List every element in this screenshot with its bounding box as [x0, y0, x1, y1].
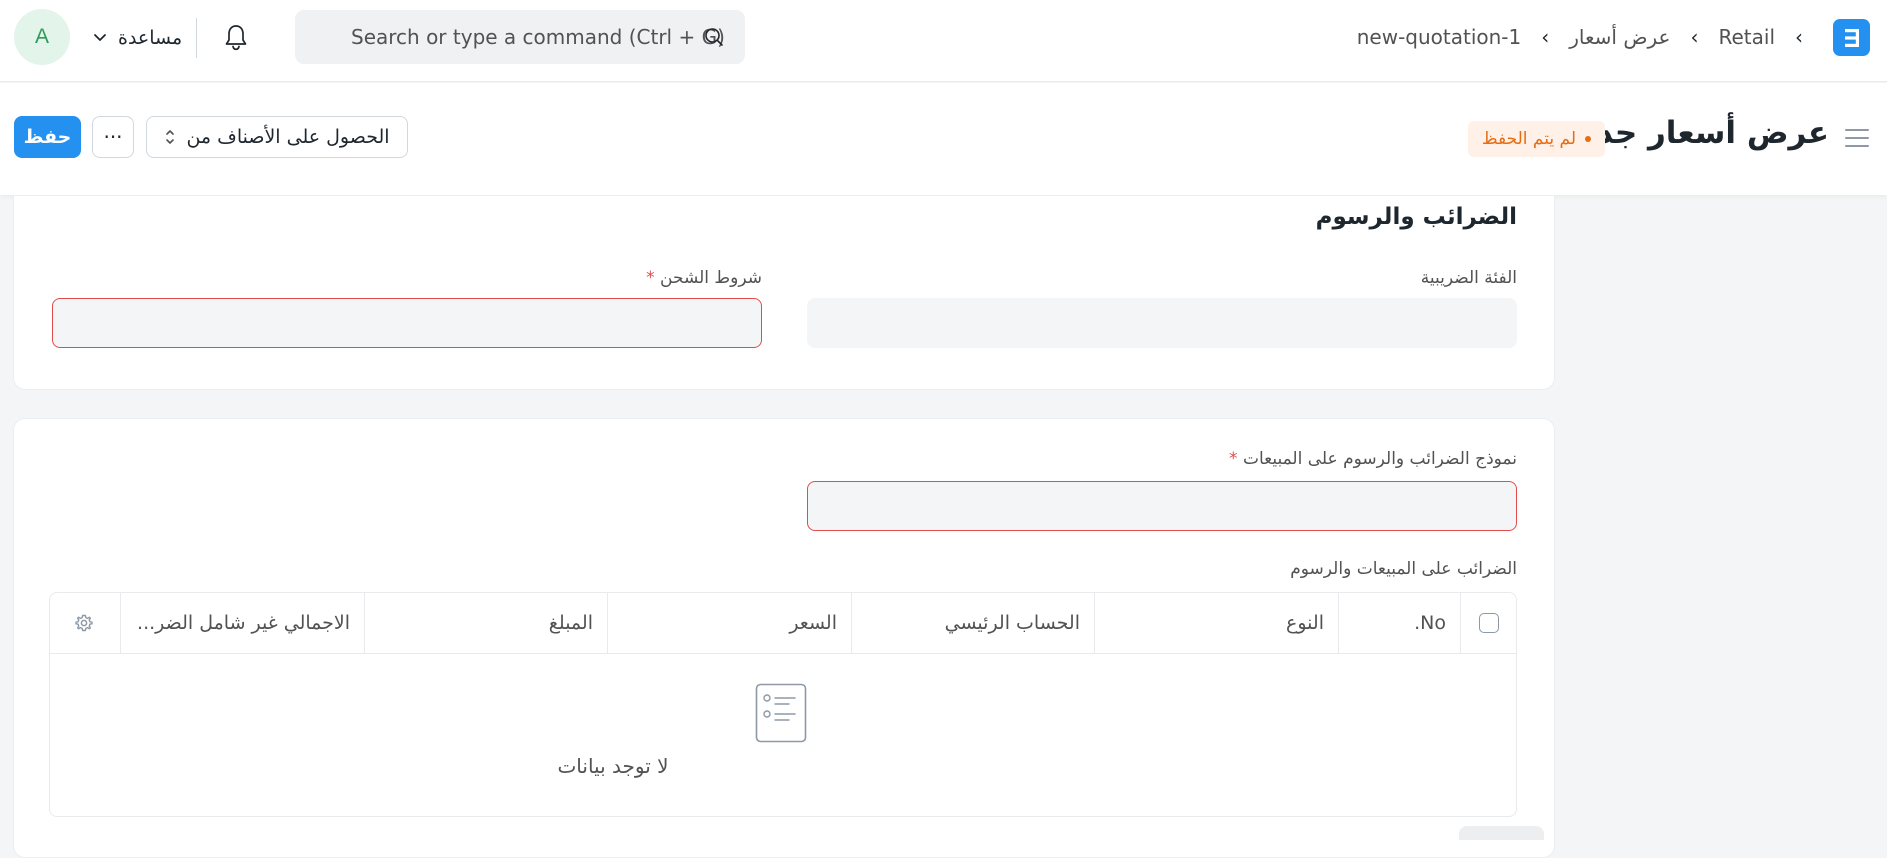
breadcrumb: › Retail › عرض أسعار › new-quotation-1 [1357, 22, 1803, 52]
chevron-down-icon [94, 34, 106, 41]
avatar[interactable]: A [14, 9, 70, 65]
column-header-account-head: الحساب الرئيسي [851, 593, 1094, 653]
taxes-template-card: نموذج الضرائب والرسوم على المبيعات * الض… [13, 418, 1555, 858]
select-all-checkbox[interactable] [1478, 613, 1499, 633]
column-header-type: النوع [1094, 593, 1338, 653]
breadcrumb-separator: › [1690, 25, 1699, 49]
search-icon [705, 28, 723, 46]
select-updown-icon [166, 130, 175, 144]
required-mark: * [646, 268, 655, 288]
shipping-rule-label-text: شروط الشحن [660, 268, 762, 288]
gear-icon[interactable] [74, 613, 94, 633]
empty-list-icon [755, 683, 807, 743]
taxes-template-input[interactable] [807, 481, 1517, 531]
column-header-rate: السعر [607, 593, 851, 653]
navbar: › Retail › عرض أسعار › new-quotation-1 S… [0, 0, 1887, 82]
page-title: عرض أسعار جديد [1567, 115, 1829, 151]
breadcrumb-separator: › [1541, 25, 1550, 49]
notification-bell-icon[interactable] [222, 22, 250, 52]
taxes-table-label: الضرائب على المبيعات والرسوم [1290, 559, 1517, 579]
taxes-section-card: الضرائب والرسوم الفئة الضريبية شروط الشح… [13, 196, 1555, 390]
more-actions-button[interactable]: ··· [92, 116, 134, 158]
taxes-template-label: نموذج الضرائب والرسوم على المبيعات * [1229, 449, 1517, 469]
save-button[interactable]: حفظ [14, 116, 81, 158]
column-header-total: الاجمالي غير شامل الضر... [120, 593, 364, 653]
search-bar[interactable]: Search or type a command (Ctrl + G) [295, 10, 745, 64]
app-logo[interactable] [1833, 19, 1870, 56]
taxes-table: No. النوع الحساب الرئيسي السعر المبلغ ال… [49, 592, 1517, 817]
get-items-from-button[interactable]: الحصول على الأصناف من [146, 116, 408, 158]
table-header: No. النوع الحساب الرئيسي السعر المبلغ ال… [50, 593, 1516, 654]
get-items-label: الحصول على الأصناف من [186, 126, 390, 148]
breadcrumb-retail[interactable]: Retail [1718, 25, 1775, 49]
select-all-cell [1460, 593, 1516, 653]
status-badge-label: لم يتم الحفظ [1481, 129, 1576, 149]
empty-state-label: لا توجد بيانات [557, 754, 669, 778]
tax-category-label-text: الفئة الضريبية [1420, 268, 1517, 288]
empty-state-text: لا توجد بيانات [50, 754, 1516, 778]
shipping-rule-label: شروط الشحن * [646, 268, 762, 288]
tax-category-input[interactable] [807, 298, 1517, 348]
sidebar-toggle-icon[interactable] [1844, 127, 1870, 149]
column-settings-cell [48, 593, 120, 653]
breadcrumb-current[interactable]: new-quotation-1 [1357, 25, 1522, 49]
column-header-no: No. [1338, 593, 1460, 653]
status-dot [1585, 136, 1591, 142]
search-placeholder: Search or type a command (Ctrl + G) [351, 25, 725, 49]
status-badge: لم يتم الحفظ [1467, 121, 1605, 157]
shipping-rule-input[interactable] [52, 298, 762, 348]
page-header: عرض أسعار جديد لم يتم الحفظ الحصول على ا… [0, 83, 1887, 195]
column-header-amount: المبلغ [364, 593, 607, 653]
logo-icon [1844, 28, 1859, 47]
section-title: الضرائب والرسوم [1315, 204, 1517, 230]
breadcrumb-quotation[interactable]: عرض أسعار [1569, 25, 1670, 49]
tax-category-label: الفئة الضريبية [1421, 268, 1517, 288]
help-dropdown[interactable]: مساعدة [92, 24, 182, 52]
help-label: مساعدة [118, 27, 183, 49]
required-mark: * [1229, 449, 1238, 469]
navbar-divider [196, 18, 197, 58]
breadcrumb-separator: › [1795, 25, 1803, 49]
taxes-template-label-text: نموذج الضرائب والرسوم على المبيعات [1242, 449, 1517, 469]
